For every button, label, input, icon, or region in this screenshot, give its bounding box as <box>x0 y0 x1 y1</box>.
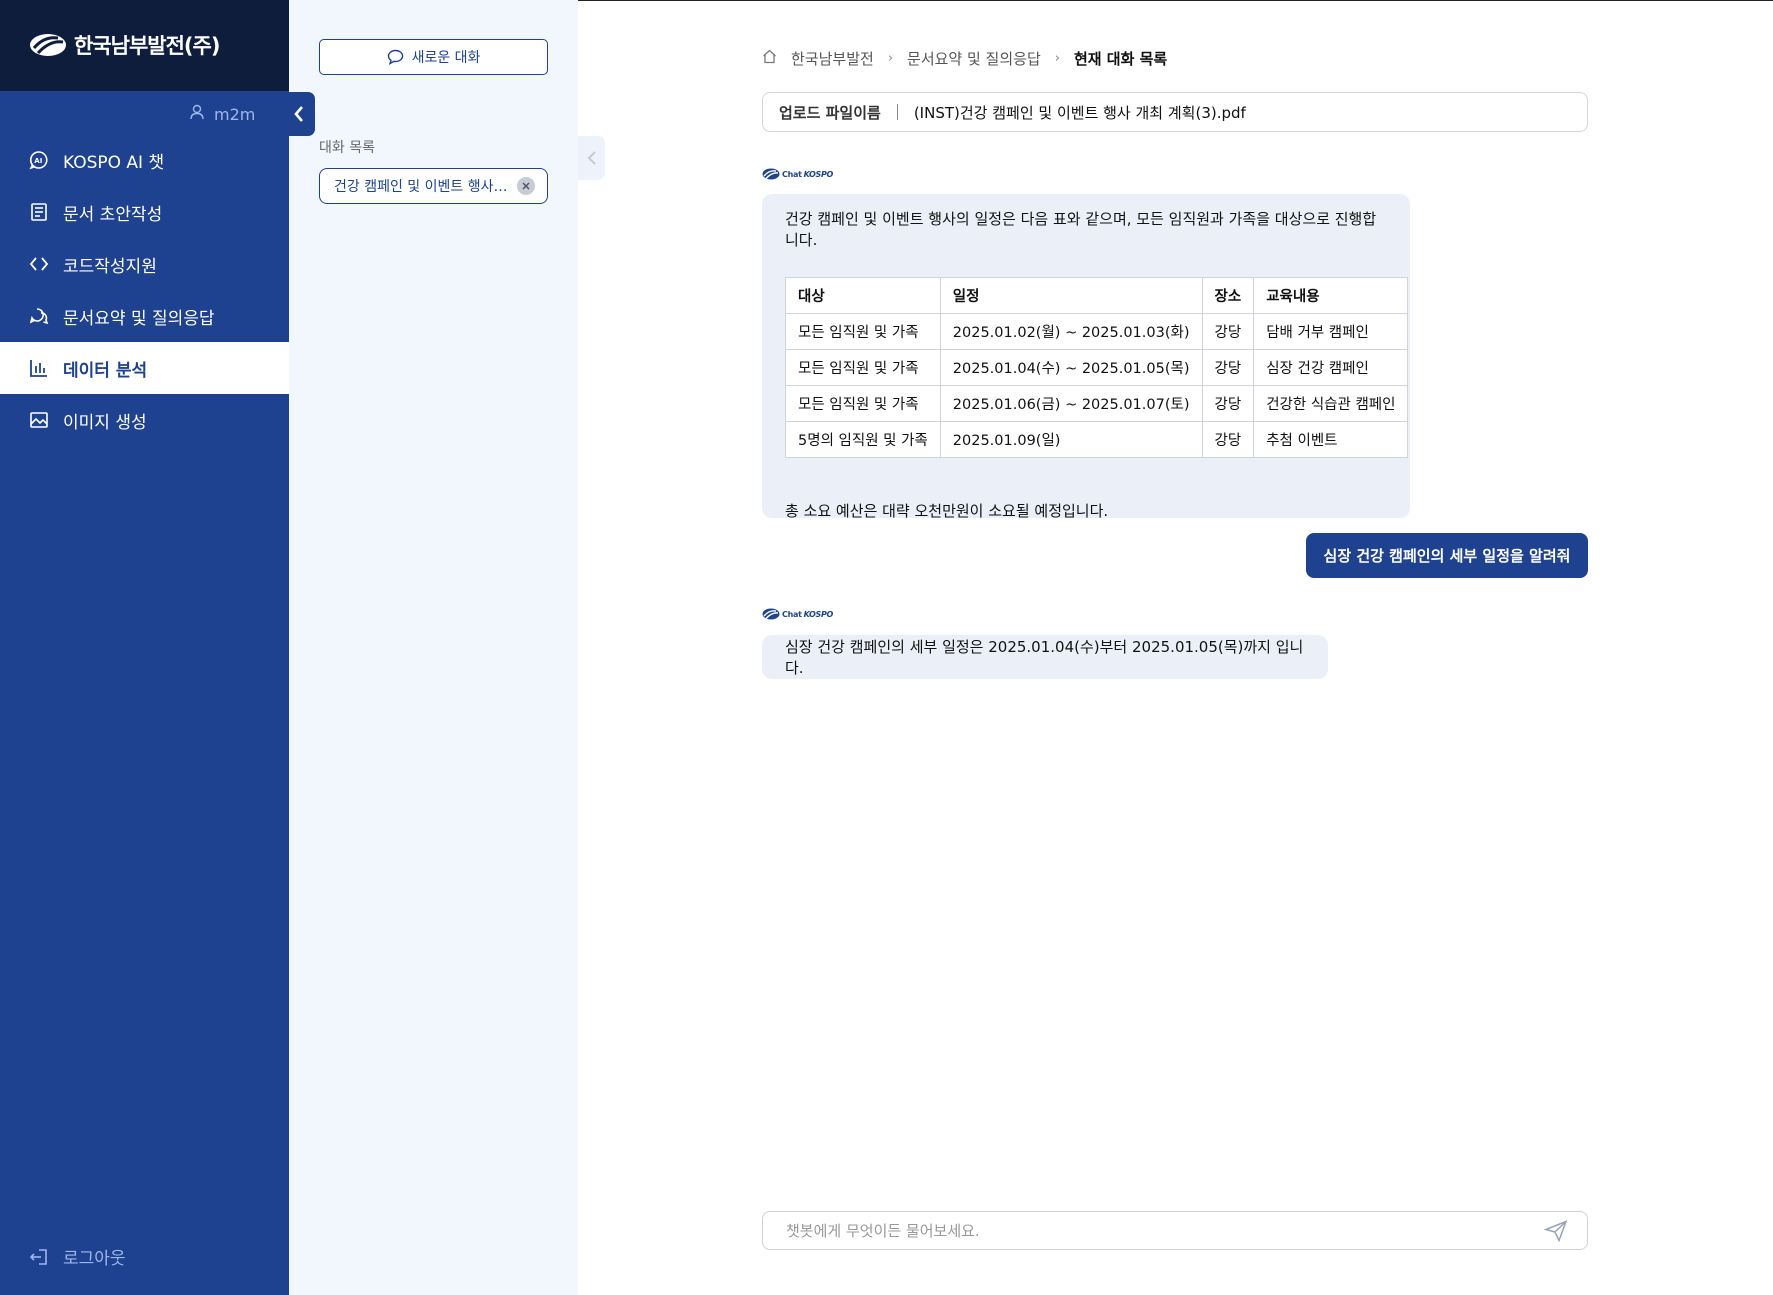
nav-item-label: 데이터 분석 <box>63 360 148 381</box>
logo-bar: 한국남부발전(주) <box>0 0 289 91</box>
table-header: 대상 <box>785 277 941 314</box>
bot-message-footer: 총 소요 예산은 대략 오천만원이 소요될 예정입니다. <box>785 502 1109 520</box>
table-header-row: 대상 일정 장소 교육내용 <box>785 277 1409 314</box>
table-cell: 2025.01.04(수) ~ 2025.01.05(목) <box>939 349 1203 386</box>
table-cell: 5명의 임직원 및 가족 <box>785 421 941 458</box>
table-cell: 강당 <box>1201 313 1255 350</box>
table-row: 모든 임직원 및 가족 2025.01.02(월) ~ 2025.01.03(화… <box>785 313 1409 350</box>
table-row: 모든 임직원 및 가족 2025.01.04(수) ~ 2025.01.05(목… <box>785 349 1409 386</box>
table-row: 5명의 임직원 및 가족 2025.01.09(일) 강당 추첨 이벤트 <box>785 421 1409 458</box>
nav-item-doc-summary-qa[interactable]: 문서요약 및 질의응답 <box>0 290 289 342</box>
logout-label: 로그아웃 <box>63 1249 126 1269</box>
chevron-left-icon <box>293 106 303 122</box>
user-message: 심장 건강 캠페인의 세부 일정을 알려줘 <box>1306 533 1588 578</box>
bot-badge: Chat KOSPO <box>762 168 833 180</box>
table-cell: 강당 <box>1201 421 1255 458</box>
new-chat-label: 새로운 대화 <box>411 50 481 66</box>
svg-text:AI: AI <box>34 157 42 165</box>
breadcrumb: 한국남부발전 › 문서요약 및 질의응답 › 현재 대화 목록 <box>762 48 1167 69</box>
nav-item-image-generation[interactable]: 이미지 생성 <box>0 394 289 446</box>
uploaded-file-label: 업로드 파일이름 <box>779 103 881 122</box>
conversation-item-title: 건강 캠페인 및 이벤트 행사 개최 계획(3).pdf <box>334 179 509 195</box>
table-cell: 담배 거부 캠페인 <box>1253 313 1409 350</box>
breadcrumb-separator: › <box>1054 51 1060 66</box>
user-name: m2m <box>214 104 256 124</box>
schedule-table: 대상 일정 장소 교육내용 모든 임직원 및 가족 2025.01.02(월) … <box>785 277 1409 458</box>
table-cell: 모든 임직원 및 가족 <box>785 385 941 422</box>
table-row: 모든 임직원 및 가족 2025.01.06(금) ~ 2025.01.07(토… <box>785 385 1409 422</box>
image-icon <box>30 412 48 428</box>
speech-bubble-icon <box>387 49 403 65</box>
uploaded-file-bar: 업로드 파일이름 (INST)건강 캠페인 및 이벤트 행사 개최 계획(3).… <box>762 92 1588 132</box>
main-content: 한국남부발전 › 문서요약 및 질의응답 › 현재 대화 목록 업로드 파일이름… <box>578 0 1773 1295</box>
nav-item-code-assist[interactable]: 코드작성지원 <box>0 238 289 290</box>
chat-input-bar <box>762 1211 1588 1250</box>
nav-item-label: 이미지 생성 <box>63 412 147 433</box>
bot-badge: Chat KOSPO <box>762 608 833 620</box>
conversation-panel: 새로운 대화 대화 목록 건강 캠페인 및 이벤트 행사 개최 계획(3).pd… <box>289 0 578 1295</box>
table-cell: 건강한 식습관 캠페인 <box>1253 385 1409 422</box>
sidebar-collapse-button[interactable] <box>282 92 315 136</box>
ai-chat-icon: AI <box>29 151 48 170</box>
table-cell: 2025.01.09(일) <box>939 421 1203 458</box>
bot-badge-kospo: KOSPO <box>803 169 834 179</box>
kospo-logo-icon <box>762 608 780 620</box>
bot-badge-chat: Chat <box>782 609 802 619</box>
breadcrumb-item[interactable]: 한국남부발전 <box>791 48 874 69</box>
user-icon <box>190 104 204 124</box>
nav-item-label: KOSPO AI 챗 <box>63 152 165 173</box>
bar-chart-icon <box>30 360 47 377</box>
kospo-logo-icon <box>28 32 68 58</box>
new-chat-button[interactable]: 새로운 대화 <box>319 39 548 75</box>
document-icon <box>31 203 47 221</box>
table-cell: 심장 건강 캠페인 <box>1253 349 1409 386</box>
nav-item-data-analysis[interactable]: 데이터 분석 <box>0 342 289 394</box>
conversation-item[interactable]: 건강 캠페인 및 이벤트 행사 개최 계획(3).pdf <box>319 168 548 204</box>
nav-item-document-draft[interactable]: 문서 초안작성 <box>0 186 289 238</box>
bot-message: 심장 건강 캠페인의 세부 일정은 2025.01.04(수)부터 2025.0… <box>762 635 1328 679</box>
breadcrumb-item[interactable]: 문서요약 및 질의응답 <box>907 48 1041 69</box>
bot-message-intro: 건강 캠페인 및 이벤트 행사의 일정은 다음 표와 같으며, 모든 임직원과 … <box>785 210 1377 249</box>
main-nav: AI KOSPO AI 챗 문서 초안작성 코드작성지원 문서요약 및 질의응답 <box>0 134 289 446</box>
kospo-logo-icon <box>762 168 780 180</box>
nav-item-label: 코드작성지원 <box>63 256 157 277</box>
send-icon[interactable] <box>1543 1218 1569 1244</box>
table-cell: 모든 임직원 및 가족 <box>785 349 941 386</box>
code-icon <box>29 257 49 271</box>
table-cell: 모든 임직원 및 가족 <box>785 313 941 350</box>
table-cell: 2025.01.02(월) ~ 2025.01.03(화) <box>939 313 1203 350</box>
user-profile: m2m <box>190 104 255 124</box>
table-cell: 2025.01.06(금) ~ 2025.01.07(토) <box>939 385 1203 422</box>
table-header: 일정 <box>939 277 1203 314</box>
uploaded-file-name: (INST)건강 캠페인 및 이벤트 행사 개최 계획(3).pdf <box>913 103 1246 122</box>
bot-message-text: 심장 건강 캠페인의 세부 일정은 2025.01.04(수)부터 2025.0… <box>785 638 1304 677</box>
brand-logo-text: 한국남부발전(주) <box>74 34 220 58</box>
home-icon[interactable] <box>762 49 777 68</box>
logout-icon <box>29 1248 47 1265</box>
brand-logo[interactable]: 한국남부발전(주) <box>28 30 220 60</box>
table-cell: 강당 <box>1201 385 1255 422</box>
table-cell: 강당 <box>1201 349 1255 386</box>
breadcrumb-separator: › <box>887 51 894 66</box>
bot-badge-chat: Chat <box>782 169 802 179</box>
table-header: 교육내용 <box>1253 277 1409 314</box>
close-icon[interactable] <box>517 177 535 195</box>
table-cell: 추첨 이벤트 <box>1253 421 1409 458</box>
bot-message: 건강 캠페인 및 이벤트 행사의 일정은 다음 표와 같으며, 모든 임직원과 … <box>762 194 1410 520</box>
conversation-list-label: 대화 목록 <box>319 140 375 156</box>
table-header: 장소 <box>1201 277 1255 314</box>
logout-button[interactable]: 로그아웃 <box>29 1244 126 1269</box>
bot-badge-kospo: KOSPO <box>803 609 834 619</box>
chat-bubbles-icon <box>29 308 49 325</box>
nav-item-kospo-ai-chat[interactable]: AI KOSPO AI 챗 <box>0 134 289 186</box>
divider <box>896 104 898 120</box>
nav-item-label: 문서요약 및 질의응답 <box>63 308 215 329</box>
nav-item-label: 문서 초안작성 <box>63 204 163 225</box>
chat-input[interactable] <box>786 1221 1543 1240</box>
sidebar: 한국남부발전(주) m2m AI KOSPO AI 챗 문서 초안작성 코드작성… <box>0 0 289 1295</box>
breadcrumb-current: 현재 대화 목록 <box>1073 50 1168 68</box>
